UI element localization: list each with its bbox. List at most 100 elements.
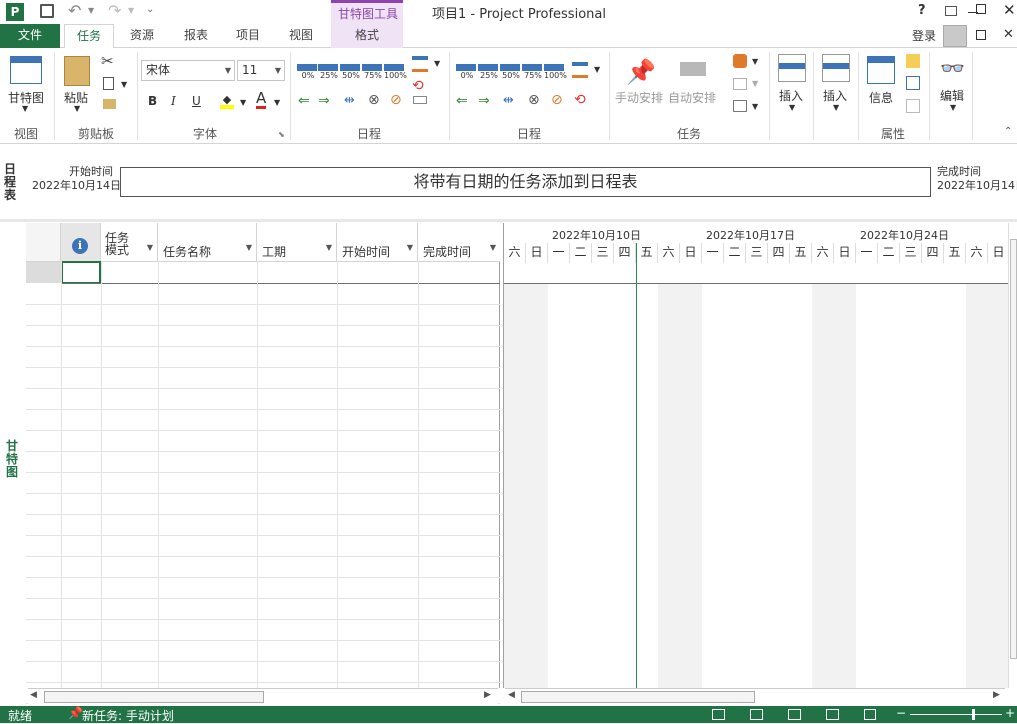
pct25-button-1[interactable]: 25% bbox=[318, 62, 338, 80]
copy-icon[interactable] bbox=[103, 77, 114, 90]
unlink-tasks-icon-2[interactable]: ⊘ bbox=[551, 92, 563, 108]
mark-on-track-dropdown-icon-2[interactable]: ▼ bbox=[594, 65, 600, 74]
table-row[interactable] bbox=[26, 368, 500, 389]
format-painter-icon[interactable] bbox=[103, 99, 116, 109]
pct75-button-1[interactable]: 75% bbox=[362, 62, 382, 80]
font-size-combo[interactable]: 11 ▼ bbox=[237, 60, 285, 81]
login-link[interactable]: 登录 bbox=[912, 27, 936, 44]
notes-icon[interactable] bbox=[906, 54, 920, 68]
row-header-corner[interactable] bbox=[26, 223, 61, 261]
table-row[interactable] bbox=[26, 284, 500, 305]
report-icon[interactable] bbox=[864, 709, 876, 720]
scroll-left-icon[interactable]: ◀ bbox=[508, 690, 515, 700]
close-icon[interactable]: ✕ bbox=[1003, 1, 1016, 19]
pct100-button-2[interactable]: 100% bbox=[544, 62, 567, 80]
scroll-right-icon[interactable]: ▶ bbox=[484, 690, 491, 700]
link-tasks-icon[interactable]: ⊗ bbox=[368, 92, 380, 108]
table-row[interactable] bbox=[26, 494, 500, 515]
details-icon[interactable] bbox=[906, 76, 920, 90]
gantt-hscroll[interactable]: ◀ ▶ bbox=[505, 688, 1005, 704]
gantt-vscroll[interactable] bbox=[1008, 223, 1017, 688]
outdent-icon-2[interactable]: ⇐ bbox=[456, 93, 468, 109]
mode-icon[interactable] bbox=[733, 100, 747, 112]
inactivate-icon[interactable] bbox=[413, 96, 427, 104]
cut-icon[interactable]: ✂ bbox=[101, 52, 114, 70]
zoom-thumb[interactable] bbox=[972, 709, 975, 720]
highlight-dropdown-icon[interactable]: ▼ bbox=[240, 98, 246, 107]
mark-on-track-icon-2[interactable] bbox=[572, 62, 588, 78]
undo-dropdown-icon[interactable]: ▼ bbox=[88, 6, 94, 15]
indent-icon-2[interactable]: ⇒ bbox=[478, 93, 490, 109]
restore-icon[interactable] bbox=[976, 4, 986, 14]
tab-view[interactable]: 视图 bbox=[277, 24, 325, 48]
pct0-button-2[interactable]: 0% bbox=[456, 62, 476, 80]
finish-column-header[interactable]: 完成时间 ▼ bbox=[418, 223, 500, 261]
respect-links-icon[interactable]: ⟲ bbox=[412, 78, 424, 94]
indicators-column-header[interactable]: i bbox=[61, 223, 101, 261]
information-button[interactable]: 信息 bbox=[869, 89, 893, 106]
split-task-icon[interactable]: ⇹ bbox=[344, 93, 355, 108]
gantt-view-icon[interactable] bbox=[712, 709, 725, 720]
insert-item-button[interactable]: 插入 bbox=[823, 87, 847, 104]
resource-sheet-icon[interactable] bbox=[826, 709, 839, 720]
add-to-timeline-icon[interactable] bbox=[906, 99, 920, 113]
customize-qat-icon[interactable]: ⌄ bbox=[146, 4, 154, 15]
table-hscroll[interactable]: ◀ ▶ bbox=[28, 688, 498, 704]
tab-format[interactable]: 格式 bbox=[331, 24, 403, 48]
task-mode-column-header[interactable]: 任务 模式 ▼ bbox=[101, 223, 158, 261]
split-task-icon-2[interactable]: ⇹ bbox=[503, 93, 514, 108]
redo-dropdown-icon[interactable]: ▼ bbox=[128, 6, 134, 15]
pct50-button-1[interactable]: 50% bbox=[340, 62, 360, 80]
table-row[interactable] bbox=[26, 431, 500, 452]
table-row[interactable] bbox=[26, 557, 500, 578]
ribbon-display-icon[interactable] bbox=[945, 6, 957, 16]
duration-column-header[interactable]: 工期 ▼ bbox=[257, 223, 337, 261]
pct25-button-2[interactable]: 25% bbox=[478, 62, 498, 80]
table-row[interactable] bbox=[26, 620, 500, 641]
new-task-mode[interactable]: 新任务: 手动计划 bbox=[82, 707, 174, 724]
save-icon[interactable] bbox=[40, 4, 54, 18]
table-row[interactable] bbox=[26, 305, 500, 326]
paste-dropdown-icon[interactable]: ▼ bbox=[74, 104, 80, 113]
help-button[interactable]: ? bbox=[918, 3, 926, 18]
task-usage-icon[interactable] bbox=[750, 709, 763, 720]
active-row-header[interactable] bbox=[26, 262, 61, 283]
table-hscroll-thumb[interactable] bbox=[44, 691, 264, 703]
zoom-slider[interactable] bbox=[910, 714, 1002, 715]
undo-icon[interactable]: ↶ bbox=[68, 1, 81, 20]
insert-task-button[interactable]: 插入 bbox=[779, 87, 803, 104]
font-dialog-launcher-icon[interactable]: ⬊ bbox=[278, 130, 285, 139]
unlink-tasks-icon[interactable]: ⊘ bbox=[390, 92, 402, 108]
move-icon[interactable] bbox=[733, 78, 747, 90]
pct0-button-1[interactable]: 0% bbox=[297, 62, 317, 80]
edit-dropdown-icon[interactable]: ▼ bbox=[950, 103, 956, 112]
start-column-header[interactable]: 开始时间 ▼ bbox=[337, 223, 418, 261]
collapse-ribbon-icon[interactable]: ⌃ bbox=[1004, 126, 1012, 137]
highlight-color-icon[interactable]: ◆ bbox=[220, 94, 234, 109]
bold-button[interactable]: B bbox=[148, 94, 157, 108]
table-row[interactable] bbox=[26, 536, 500, 557]
respect-links-icon-2[interactable]: ⟲ bbox=[574, 92, 586, 108]
active-cell[interactable] bbox=[61, 261, 101, 284]
tab-report[interactable]: 报表 bbox=[172, 24, 220, 48]
pct50-button-2[interactable]: 50% bbox=[500, 62, 520, 80]
tab-file[interactable]: 文件 bbox=[0, 24, 60, 48]
gantt-dropdown-icon[interactable]: ▼ bbox=[22, 104, 28, 113]
scroll-right-icon[interactable]: ▶ bbox=[993, 690, 1000, 700]
inspect-dropdown-icon[interactable]: ▼ bbox=[752, 57, 758, 66]
zoom-in-icon[interactable]: + bbox=[1005, 706, 1015, 720]
insert-task-dropdown-icon[interactable]: ▼ bbox=[789, 103, 795, 112]
pct75-button-2[interactable]: 75% bbox=[522, 62, 542, 80]
indent-icon[interactable]: ⇒ bbox=[318, 93, 330, 109]
manual-schedule-button[interactable]: 手动安排 bbox=[615, 89, 663, 106]
team-planner-icon[interactable] bbox=[788, 709, 801, 720]
insert-item-dropdown-icon[interactable]: ▼ bbox=[833, 103, 839, 112]
italic-button[interactable]: I bbox=[171, 94, 176, 108]
table-row[interactable] bbox=[26, 515, 500, 536]
table-row[interactable] bbox=[26, 326, 500, 347]
mark-on-track-dropdown-icon[interactable]: ▼ bbox=[434, 59, 440, 68]
table-row[interactable] bbox=[26, 347, 500, 368]
underline-button[interactable]: U bbox=[192, 94, 201, 108]
mark-on-track-icon[interactable] bbox=[412, 56, 428, 72]
tab-project[interactable]: 项目 bbox=[224, 24, 272, 48]
